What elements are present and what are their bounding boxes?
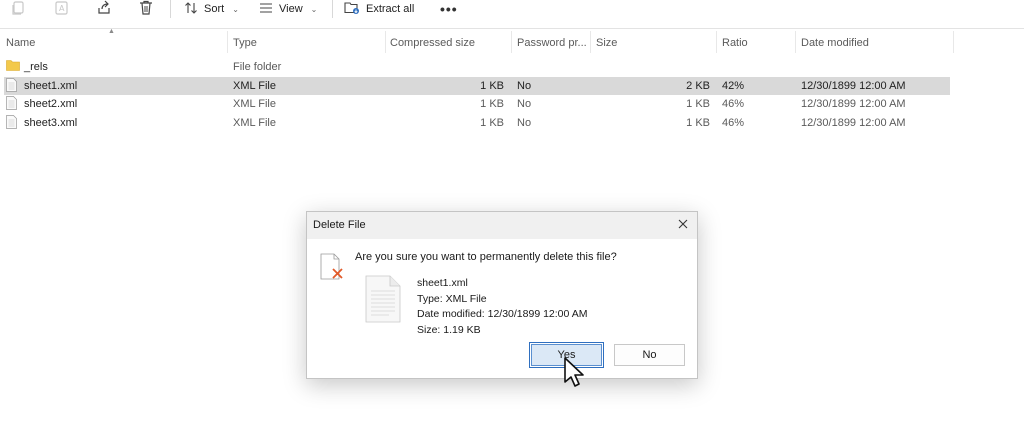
file-name: sheet2.xml <box>24 98 78 110</box>
file-type: XML File <box>233 80 276 92</box>
file-row[interactable]: sheet3.xml XML File 1 KB No 1 KB 46% 12/… <box>4 114 950 132</box>
column-size[interactable]: Size <box>596 37 617 49</box>
file-name: sheet1.xml <box>24 80 78 92</box>
delete-icon[interactable] <box>138 0 156 16</box>
file-thumbnail-icon <box>365 275 401 326</box>
column-divider[interactable] <box>953 31 954 53</box>
file-compressed-size: 1 KB <box>480 117 504 129</box>
more-options-button[interactable]: ••• <box>440 1 458 17</box>
column-divider[interactable] <box>716 31 717 53</box>
mouse-pointer-icon <box>563 357 587 394</box>
file-password: No <box>517 80 532 92</box>
file-date-modified: 12/30/1899 12:00 AM <box>801 98 906 110</box>
column-compressed-size[interactable]: Compressed size <box>390 37 475 49</box>
toolbar-divider <box>170 0 171 18</box>
svg-text:A: A <box>59 4 65 13</box>
file-compressed-size: 1 KB <box>480 80 504 92</box>
chevron-down-icon: ⌄ <box>232 4 239 14</box>
column-date-modified[interactable]: Date modified <box>801 37 869 49</box>
file-name: _rels <box>24 61 48 73</box>
file-type: XML File <box>233 117 276 129</box>
share-icon[interactable] <box>96 0 114 16</box>
file-size: 2 KB <box>686 80 710 92</box>
dialog-title: Delete File <box>313 219 366 231</box>
chevron-down-icon: ⌄ <box>310 4 318 14</box>
folder-row[interactable]: _rels File folder <box>4 58 950 76</box>
delete-file-dialog: Delete File Are you sure you want to per… <box>306 211 698 379</box>
file-icon <box>6 78 17 95</box>
detail-file-size: Size: 1.19 KB <box>417 323 481 336</box>
dialog-body: Are you sure you want to permanently del… <box>307 239 697 378</box>
file-icon <box>6 115 17 132</box>
file-ratio: 42% <box>722 80 745 92</box>
column-divider[interactable] <box>795 31 796 53</box>
detail-file-name: sheet1.xml <box>417 277 468 289</box>
view-icon <box>259 1 273 18</box>
no-button[interactable]: No <box>614 344 685 366</box>
file-name: sheet3.xml <box>24 117 78 129</box>
file-row-selected[interactable]: sheet1.xml XML File 1 KB No 2 KB 42% 12/… <box>4 77 950 95</box>
column-ratio[interactable]: Ratio <box>722 37 748 49</box>
column-password[interactable]: Password pr... <box>517 37 587 49</box>
file-date-modified: 12/30/1899 12:00 AM <box>801 80 906 92</box>
column-header-row: ▲ Name Type Compressed size Password pr.… <box>0 28 955 53</box>
delete-file-icon <box>320 253 346 286</box>
file-password: No <box>517 98 532 110</box>
detail-date-modified: Date modified: 12/30/1899 12:00 AM <box>417 308 588 320</box>
extract-all-label: Extract all <box>366 3 415 15</box>
file-size: 1 KB <box>686 98 710 110</box>
file-password: No <box>517 117 532 129</box>
column-type[interactable]: Type <box>233 37 257 49</box>
close-icon[interactable] <box>675 216 691 232</box>
column-name[interactable]: Name <box>6 37 35 49</box>
file-ratio: 46% <box>722 98 745 110</box>
column-divider[interactable] <box>590 31 591 53</box>
file-details: sheet1.xml Type: XML File Date modified:… <box>417 276 587 338</box>
copy-icon[interactable] <box>10 0 28 16</box>
toolbar: A Sort ⌄ View ⌄ Extract all ••• <box>0 0 1024 29</box>
file-row[interactable]: sheet2.xml XML File 1 KB No 1 KB 46% 12/… <box>4 95 950 113</box>
column-divider[interactable] <box>385 31 386 53</box>
file-ratio: 46% <box>722 117 745 129</box>
detail-file-type: Type: XML File <box>417 292 487 305</box>
file-type: File folder <box>233 61 282 73</box>
view-label: View <box>279 3 303 15</box>
confirmation-message: Are you sure you want to permanently del… <box>355 251 617 263</box>
sort-icon <box>184 1 198 18</box>
rename-icon[interactable]: A <box>54 0 72 16</box>
folder-icon <box>6 59 20 74</box>
extract-all-button[interactable]: Extract all <box>344 1 414 17</box>
sort-ascending-icon: ▲ <box>108 28 115 35</box>
column-divider[interactable] <box>227 31 228 53</box>
sort-button[interactable]: Sort ⌄ <box>184 1 239 17</box>
file-compressed-size: 1 KB <box>480 98 504 110</box>
file-type: XML File <box>233 98 276 110</box>
extract-icon <box>344 1 360 18</box>
view-button[interactable]: View ⌄ <box>259 1 317 17</box>
toolbar-divider <box>332 0 333 18</box>
column-divider[interactable] <box>511 31 512 53</box>
file-date-modified: 12/30/1899 12:00 AM <box>801 117 906 129</box>
file-size: 1 KB <box>686 117 710 129</box>
sort-label: Sort <box>204 3 225 15</box>
file-icon <box>6 96 17 113</box>
